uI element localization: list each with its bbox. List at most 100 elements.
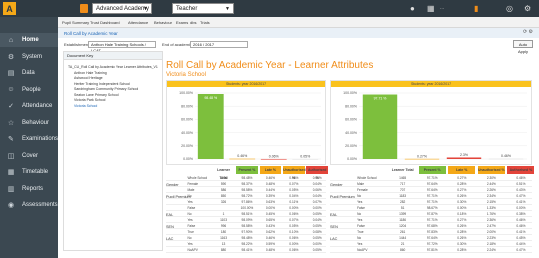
column-header[interactable]: Unauthorised % — [477, 166, 505, 174]
establishment-select[interactable]: Anthon Hale Training Schools / LCAT — [88, 41, 156, 53]
sidebar-item-label: Examinations — [21, 136, 58, 142]
table-cell: 0.47% — [516, 194, 526, 198]
tree-item[interactable]: Victoria Park School — [74, 98, 105, 102]
bar-value-label: 0.46% — [237, 154, 247, 158]
table-cell: 282 — [399, 200, 406, 204]
column-header[interactable]: Learner Total — [389, 166, 416, 174]
table-cell: 100.00% — [240, 206, 254, 210]
tree-item[interactable]: Sandringham Community Primary School — [74, 87, 138, 91]
gear-icon[interactable]: ⚙ — [524, 4, 531, 13]
column-header[interactable] — [166, 166, 187, 174]
bar-unauthorised[interactable] — [446, 157, 482, 159]
y-tick-label: 60.00% — [181, 118, 193, 122]
refresh-icon[interactable]: ⟳ ⚙ — [523, 29, 533, 35]
grid-icon[interactable]: ▦ — [427, 4, 435, 13]
sidebar-item-label: Home — [22, 37, 39, 43]
column-header[interactable] — [187, 166, 208, 174]
logo-letter: A — [6, 3, 13, 14]
tree-item[interactable]: Ashwood Heritage — [74, 76, 103, 80]
sidebar-item-assessments[interactable]: ◉ Assessments — [0, 198, 58, 212]
sidebar-item-label: Data — [22, 70, 35, 76]
sidebar-item-reports[interactable]: ▥ Reports — [0, 182, 58, 196]
user-text[interactable]: ... — [440, 5, 444, 11]
table-right: Learner Total Present % Late % Unauthorised… — [330, 166, 535, 258]
breadcrumb[interactable]: Roll Call by Academic Year — [64, 31, 118, 36]
bar-authorised[interactable] — [292, 158, 319, 160]
report-subtitle: Victoria School — [166, 72, 206, 78]
year-select[interactable]: 2016 / 2017 — [190, 41, 248, 48]
sidebar-item-behaviour[interactable]: ☆ Behaviour — [0, 116, 58, 130]
table-row: Female 590 98.37% 0.48% 0.07% 0.04% — [166, 182, 326, 187]
table-row: No 850 98.72% 0.39% 0.04% 0.04% — [166, 194, 326, 199]
bell-icon[interactable]: ● — [410, 4, 415, 13]
column-header[interactable]: Unauthorised % — [283, 166, 306, 180]
tab-dbs[interactable]: dbs — [190, 20, 196, 25]
sidebar-item-data[interactable]: ▤ Data — [0, 66, 58, 80]
app-logo[interactable]: A — [3, 2, 16, 15]
attendance-icon: ✓ — [8, 103, 14, 110]
tree-item[interactable]: Heriter Training Independent School — [74, 82, 130, 86]
column-header[interactable]: Late % — [448, 166, 476, 174]
table-cell: 1465 — [399, 176, 407, 180]
sidebar-item-timetable[interactable]: ▦ Timetable — [0, 165, 58, 179]
column-header[interactable]: Present % — [418, 166, 446, 174]
bar-present[interactable] — [197, 94, 224, 159]
table-cell: 98.09% — [241, 218, 253, 222]
table-row: No 1399 97.87% 0.18% 1.76% 0.38% — [330, 212, 532, 217]
role-select[interactable]: Teacher ▼ — [172, 3, 234, 14]
y-tick-label: 20.00% — [181, 144, 193, 148]
sidebar-item-examinations[interactable]: ✎ Examinations — [0, 132, 58, 146]
bar-present[interactable] — [362, 94, 398, 159]
bar-unauthorised[interactable] — [260, 158, 287, 160]
table-cell: False — [357, 206, 365, 210]
cover-icon: ◫ — [7, 152, 15, 160]
sidebar-item-label: People — [22, 86, 41, 93]
bar-late[interactable] — [404, 158, 440, 160]
bar-authorised[interactable] — [488, 158, 524, 160]
sidebar-item-home[interactable]: ⌂ Home — [0, 33, 58, 47]
table-cell: Male — [357, 182, 365, 186]
table-cell: 0.28% — [457, 182, 467, 186]
tree-item[interactable]: Victoria School — [74, 104, 97, 108]
column-header[interactable]: Present % — [236, 166, 258, 174]
tab-exams[interactable]: Exams — [176, 20, 188, 25]
table-cell: No — [357, 194, 362, 198]
column-header[interactable]: Learner Total — [213, 166, 234, 180]
sidebar-item-system[interactable]: ⚙ System — [0, 50, 58, 64]
table-row: Yes 282 97.71% 0.30% 2.15% 0.41% — [330, 200, 532, 205]
tree-item[interactable]: Anthon Hale Training — [74, 71, 107, 75]
academy-select[interactable]: Advanced Academy ▼ — [92, 3, 152, 14]
table-cell: No — [187, 194, 192, 198]
timetable-icon: ▦ — [7, 169, 15, 176]
table-cell: Male — [187, 188, 195, 192]
sidebar-item-label: Assessments — [22, 202, 58, 208]
auto-apply-button[interactable]: Auto Apply — [513, 40, 533, 54]
column-header[interactable]: Authorised % — [507, 166, 535, 174]
sidebar-item-people[interactable]: ☺ People — [0, 83, 58, 97]
table-cell: 717 — [399, 182, 406, 186]
table-cell: 1163 — [220, 236, 227, 240]
column-header[interactable]: Authorised % — [306, 166, 328, 180]
table-cell: 0.00% — [289, 242, 299, 246]
y-tick-label: 80.00% — [345, 104, 357, 108]
table-cell: 0.06% — [289, 248, 299, 252]
column-header[interactable]: Late % — [259, 166, 282, 174]
sidebar-item-cover[interactable]: ◫ Cover — [0, 149, 58, 163]
tab-pupil-summary[interactable]: Pupil Summary — [62, 20, 89, 25]
tab-behaviour[interactable]: Behaviour — [154, 20, 172, 25]
tree-item[interactable]: TA_CU_Roll Call by Academic Year Learner… — [68, 65, 158, 69]
tab-attendance[interactable]: Attendance — [128, 20, 148, 25]
tab-trials[interactable]: Trials — [200, 20, 210, 25]
column-header[interactable] — [357, 166, 384, 174]
tree-item[interactable]: Seaton Lane Primary School — [74, 93, 119, 97]
tab-trust-dashboard[interactable]: Trust Dashboard — [90, 20, 120, 25]
table-row: No 1183 97.71% 0.26% 2.34% 0.47% — [330, 194, 532, 199]
sidebar-item-attendance[interactable]: ✓ Attendance — [0, 99, 58, 113]
bar-late[interactable] — [229, 158, 256, 160]
filter-bar: Establishment Anthon Hale Training Schoo… — [58, 38, 539, 54]
table-cell: 98.41% — [241, 248, 253, 252]
table-cell — [213, 206, 234, 211]
settings-icon[interactable]: ▮ — [474, 4, 478, 13]
help-icon[interactable]: ◎ — [506, 4, 513, 13]
column-header[interactable] — [330, 166, 357, 174]
